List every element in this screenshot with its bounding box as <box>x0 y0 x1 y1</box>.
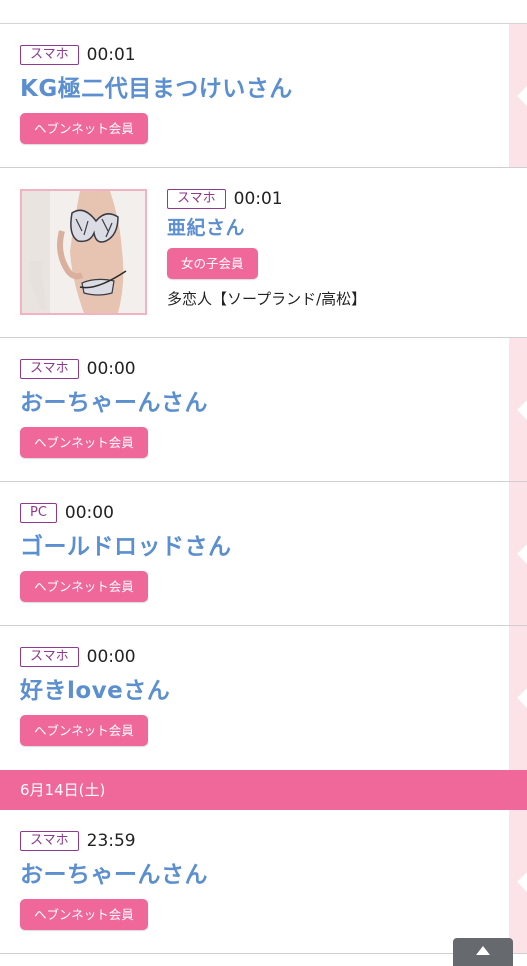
visitor-row[interactable]: スマホ 00:00 おーちゃーんさん ヘブンネット会員 <box>0 338 527 482</box>
shop-name[interactable]: 多恋人【ソープランド/高松】 <box>167 288 366 309</box>
visitor-name[interactable]: 亜紀さん <box>167 216 366 240</box>
visitor-name[interactable]: 好きloveさん <box>20 676 507 706</box>
date-header: 6月14日(土) <box>0 770 527 810</box>
visitor-row[interactable]: PC 00:00 ゴールドロッドさん ヘブンネット会員 <box>0 482 527 626</box>
row-meta: スマホ 00:01 <box>20 45 507 65</box>
girl-info: スマホ 00:01 亜紀さん 女の子会員 多恋人【ソープランド/高松】 <box>167 189 366 309</box>
girl-visitor-row[interactable]: スマホ 00:01 亜紀さん 女の子会員 多恋人【ソープランド/高松】 <box>0 168 527 338</box>
visit-time: 00:00 <box>86 647 136 667</box>
row-meta: スマホ 23:59 <box>20 831 507 851</box>
member-type-badge[interactable]: ヘブンネット会員 <box>20 113 148 144</box>
row-side-tab <box>509 482 527 625</box>
device-badge: PC <box>20 503 57 523</box>
device-badge: スマホ <box>20 359 79 379</box>
row-meta: スマホ 00:00 <box>20 359 507 379</box>
row-meta: スマホ 00:00 <box>20 647 507 667</box>
visitor-row[interactable]: スマホ 23:59 おーちゃーんさん ヘブンネット会員 <box>0 810 527 954</box>
row-side-tab <box>509 626 527 770</box>
girl-photo-image <box>22 191 145 313</box>
device-badge: スマホ <box>20 45 79 65</box>
top-strip <box>0 0 527 24</box>
visit-time: 00:00 <box>64 503 114 523</box>
row-side-tab <box>509 24 527 167</box>
visitor-row[interactable]: スマホ 00:01 KG極二代目まつけいさん ヘブンネット会員 <box>0 24 527 168</box>
visitor-name[interactable]: ゴールドロッドさん <box>20 532 507 562</box>
girl-photo[interactable] <box>20 189 147 315</box>
visitor-name[interactable]: おーちゃーんさん <box>20 860 507 890</box>
row-side-tab <box>509 338 527 481</box>
visitor-name[interactable]: おーちゃーんさん <box>20 388 507 418</box>
row-meta: PC 00:00 <box>20 503 507 523</box>
member-type-badge[interactable]: ヘブンネット会員 <box>20 715 148 746</box>
device-badge: スマホ <box>20 647 79 667</box>
device-badge: スマホ <box>167 189 226 209</box>
scroll-to-top-button[interactable] <box>453 938 513 966</box>
member-type-badge[interactable]: ヘブンネット会員 <box>20 899 148 930</box>
row-meta: スマホ 00:01 <box>167 189 366 209</box>
device-badge: スマホ <box>20 831 79 851</box>
arrow-up-icon <box>476 946 490 955</box>
visit-time: 00:01 <box>86 45 136 65</box>
visit-time: 23:59 <box>86 831 136 851</box>
member-type-badge[interactable]: ヘブンネット会員 <box>20 427 148 458</box>
visitor-name[interactable]: KG極二代目まつけいさん <box>20 74 507 104</box>
member-type-badge[interactable]: ヘブンネット会員 <box>20 571 148 602</box>
visit-time: 00:00 <box>86 359 136 379</box>
visitor-list: スマホ 00:01 KG極二代目まつけいさん ヘブンネット会員 スマホ 00:0… <box>0 0 527 954</box>
visitor-row[interactable]: スマホ 00:00 好きloveさん ヘブンネット会員 <box>0 626 527 770</box>
row-side-tab <box>509 810 527 953</box>
member-type-badge[interactable]: 女の子会員 <box>167 248 258 279</box>
visit-time: 00:01 <box>233 189 283 209</box>
